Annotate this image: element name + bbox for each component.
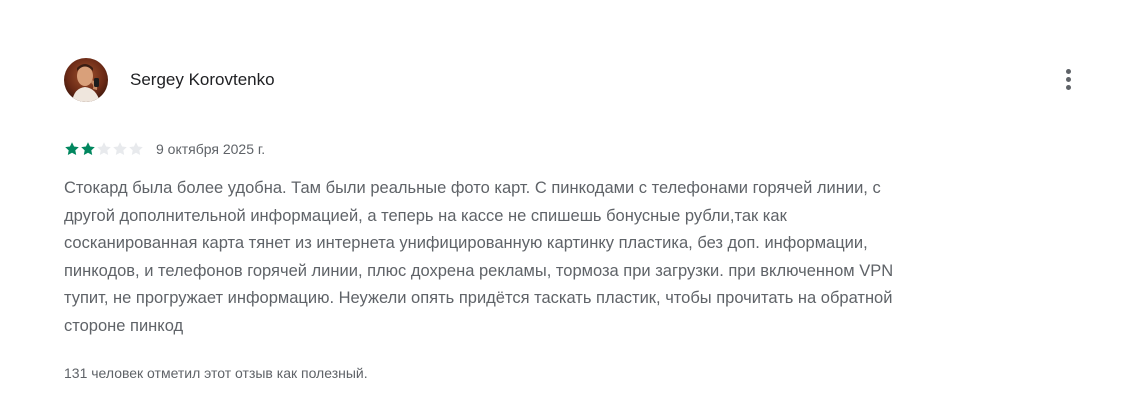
avatar <box>64 58 108 102</box>
review-text: Стокард была более удобна. Там были реал… <box>64 175 1084 340</box>
star-filled-icon <box>80 141 96 157</box>
star-rating <box>64 141 144 157</box>
more-vert-icon <box>1066 69 1071 74</box>
helpful-count: 131 человек отметил этот отзыв как полез… <box>64 365 368 381</box>
star-empty-icon <box>96 141 112 157</box>
more-vert-icon-dot <box>1066 85 1071 90</box>
user-photo-avatar-icon <box>64 58 108 102</box>
review-card: Sergey Korovtenko 9 октября 2025 г. Сток… <box>0 0 1127 413</box>
star-filled-icon <box>64 141 80 157</box>
more-vert-icon-dot <box>1066 77 1071 82</box>
review-text-line: пинкодов, и телефонов горячей линии, плю… <box>64 261 894 280</box>
review-text-line: сосканированная карта тянет из интернета… <box>64 234 868 252</box>
author-name: Sergey Korovtenko <box>130 70 275 89</box>
review-text-line: Стокард была более удобна. Там были реал… <box>64 179 881 197</box>
rating-row: 9 октября 2025 г. <box>64 139 265 159</box>
more-options-button[interactable] <box>1053 64 1085 96</box>
review-text-line: другой дополнительной информацией, а теп… <box>64 206 787 225</box>
review-date: 9 октября 2025 г. <box>156 141 266 157</box>
star-empty-icon <box>128 141 144 157</box>
review-text-line: тупит, не прогружает информацию. Неужели… <box>64 289 893 307</box>
star-empty-icon <box>112 141 128 157</box>
review-text-line: стороне пинкод <box>64 316 184 335</box>
